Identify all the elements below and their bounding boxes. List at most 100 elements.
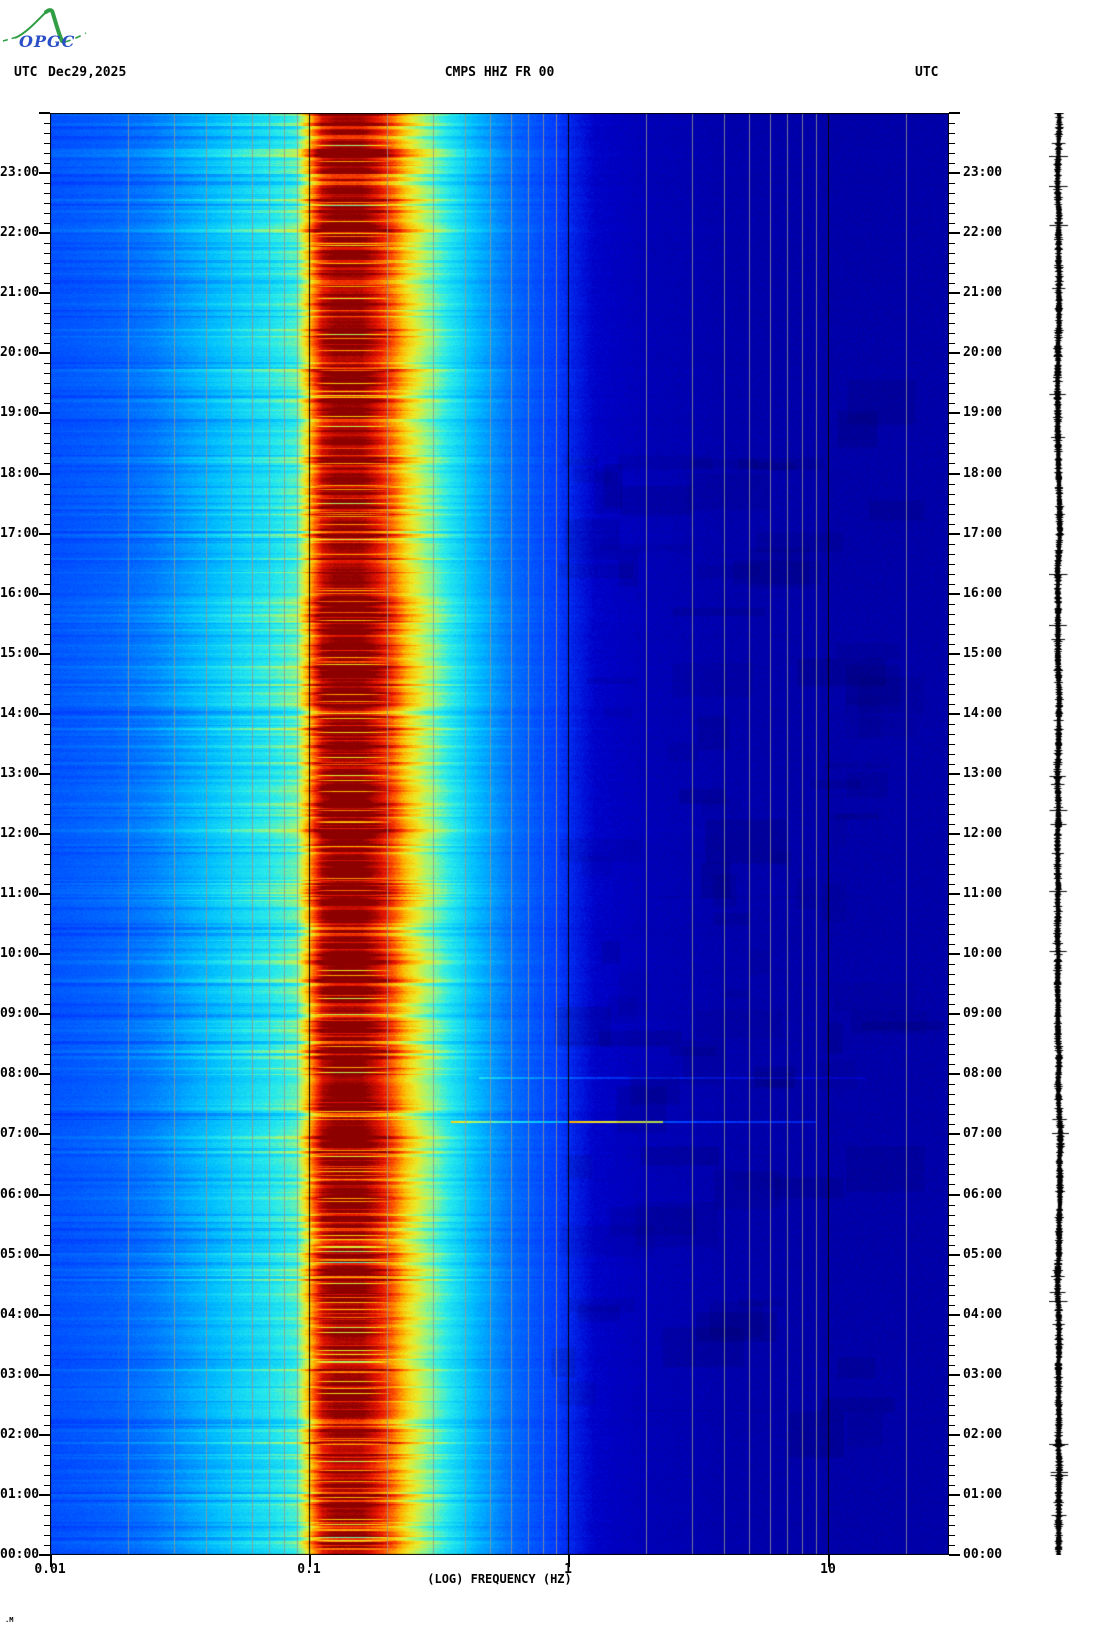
time-tick-left bbox=[44, 1474, 50, 1476]
time-tick-right bbox=[949, 723, 955, 725]
time-tick-right bbox=[949, 673, 955, 675]
time-tick-right bbox=[949, 593, 960, 595]
time-tick-right bbox=[949, 1123, 955, 1125]
time-tick-right bbox=[949, 162, 955, 164]
time-tick-left bbox=[44, 1394, 50, 1396]
time-tick-left bbox=[44, 923, 50, 925]
time-tick-right bbox=[949, 142, 955, 144]
time-tick-left bbox=[44, 312, 50, 314]
time-tick-right bbox=[949, 422, 955, 424]
time-tick-left bbox=[44, 663, 50, 665]
time-tick-left bbox=[44, 1244, 50, 1246]
time-tick-right bbox=[949, 663, 955, 665]
time-tick-right bbox=[949, 1173, 955, 1175]
time-tick-left bbox=[44, 823, 50, 825]
time-tick-right bbox=[949, 382, 955, 384]
time-tick-left bbox=[44, 543, 50, 545]
time-tick-left bbox=[44, 1103, 50, 1105]
corner-mark: .M bbox=[5, 1616, 14, 1624]
time-tick-left bbox=[44, 1113, 50, 1115]
time-tick-left bbox=[39, 1254, 50, 1256]
time-tick-right bbox=[949, 1153, 955, 1155]
time-tick-right bbox=[949, 603, 955, 605]
time-label-left: 18:00 bbox=[0, 465, 40, 481]
time-tick-left bbox=[44, 1234, 50, 1236]
time-tick-right bbox=[949, 1053, 955, 1055]
time-tick-left bbox=[44, 182, 50, 184]
time-tick-left bbox=[44, 1534, 50, 1536]
time-tick-right bbox=[949, 112, 960, 114]
time-tick-right bbox=[949, 122, 955, 124]
time-tick-right bbox=[949, 583, 955, 585]
time-tick-right bbox=[949, 503, 955, 505]
time-tick-left bbox=[44, 452, 50, 454]
time-tick-right bbox=[949, 833, 960, 835]
time-tick-right bbox=[949, 803, 955, 805]
time-tick-left bbox=[44, 362, 50, 364]
time-tick-left bbox=[44, 1364, 50, 1366]
time-tick-left bbox=[44, 563, 50, 565]
time-tick-right bbox=[949, 1514, 955, 1516]
time-tick-left bbox=[44, 613, 50, 615]
time-tick-left bbox=[44, 1294, 50, 1296]
time-tick-right bbox=[949, 1384, 955, 1386]
time-tick-right bbox=[949, 1434, 960, 1436]
time-tick-right bbox=[949, 793, 955, 795]
time-label-right: 05:00 bbox=[963, 1246, 1003, 1262]
time-tick-right bbox=[949, 242, 955, 244]
time-tick-left bbox=[44, 1524, 50, 1526]
time-tick-left bbox=[44, 853, 50, 855]
time-tick-right bbox=[949, 1093, 955, 1095]
time-tick-right bbox=[949, 1214, 955, 1216]
time-tick-right bbox=[949, 983, 955, 985]
time-tick-right bbox=[949, 913, 955, 915]
spectrogram-canvas bbox=[50, 113, 949, 1555]
time-tick-left bbox=[44, 1143, 50, 1145]
plot-title: CMPS HHZ FR 00 bbox=[444, 65, 555, 80]
time-tick-right bbox=[949, 1224, 955, 1226]
time-label-left: 09:00 bbox=[0, 1006, 40, 1022]
time-tick-left bbox=[44, 1404, 50, 1406]
time-tick-left bbox=[44, 1484, 50, 1486]
time-tick-right bbox=[949, 1554, 960, 1556]
time-tick-right bbox=[949, 533, 960, 535]
time-tick-left bbox=[44, 523, 50, 525]
time-tick-right bbox=[949, 1524, 955, 1526]
time-tick-right bbox=[949, 1334, 955, 1336]
time-tick-right bbox=[949, 863, 955, 865]
time-tick-left bbox=[39, 1194, 50, 1196]
time-tick-left bbox=[39, 1494, 50, 1496]
time-tick-left bbox=[44, 1003, 50, 1005]
time-tick-left bbox=[44, 683, 50, 685]
time-tick-right bbox=[949, 182, 955, 184]
time-label-right: 00:00 bbox=[963, 1547, 1003, 1562]
time-tick-left bbox=[44, 1444, 50, 1446]
time-tick-right bbox=[949, 853, 955, 855]
time-tick-right bbox=[949, 192, 955, 194]
time-tick-right bbox=[949, 1294, 955, 1296]
time-tick-left bbox=[44, 983, 50, 985]
time-tick-right bbox=[949, 823, 955, 825]
time-tick-left bbox=[44, 1454, 50, 1456]
time-tick-right bbox=[949, 202, 955, 204]
time-tick-left bbox=[44, 573, 50, 575]
time-tick-right bbox=[949, 452, 955, 454]
time-tick-left bbox=[44, 1043, 50, 1045]
time-label-right: 04:00 bbox=[963, 1306, 1003, 1322]
time-tick-right bbox=[949, 743, 955, 745]
time-tick-left bbox=[44, 122, 50, 124]
time-tick-right bbox=[949, 883, 955, 885]
time-tick-left bbox=[44, 733, 50, 735]
time-tick-left bbox=[44, 753, 50, 755]
time-label-right: 09:00 bbox=[963, 1006, 1003, 1022]
time-tick-left bbox=[44, 483, 50, 485]
time-tick-right bbox=[949, 923, 955, 925]
time-tick-right bbox=[949, 1003, 955, 1005]
time-tick-left bbox=[39, 172, 50, 174]
time-tick-right bbox=[949, 1444, 955, 1446]
time-tick-left bbox=[44, 222, 50, 224]
time-tick-right bbox=[949, 623, 955, 625]
time-label-left: 14:00 bbox=[0, 705, 40, 721]
time-tick-left bbox=[44, 513, 50, 515]
time-tick-right bbox=[949, 402, 955, 404]
